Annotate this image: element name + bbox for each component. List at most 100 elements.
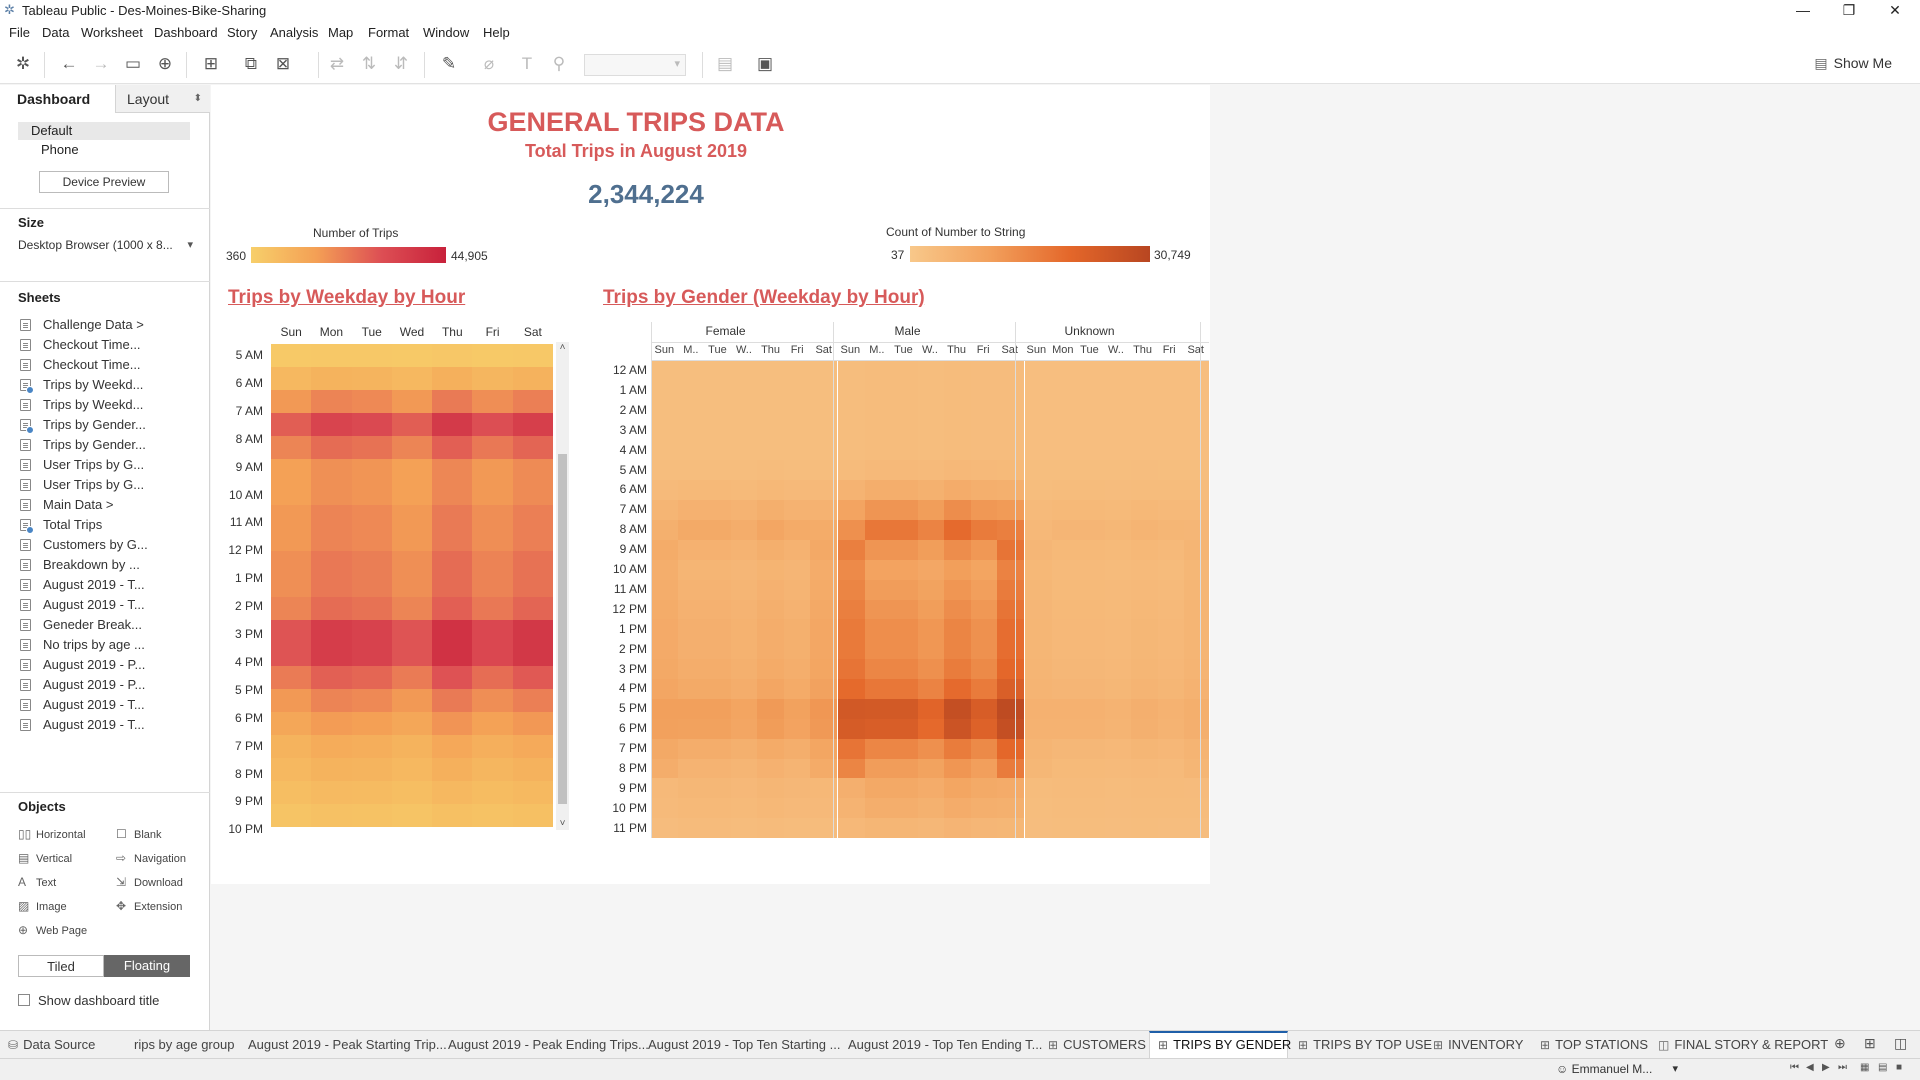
heatmap-cell[interactable] <box>1104 579 1132 600</box>
heatmap-cell[interactable] <box>1184 440 1209 461</box>
heatmap-cell[interactable] <box>472 735 514 759</box>
heatmap-cell[interactable] <box>917 539 945 561</box>
view-cards-icon[interactable]: ▤ <box>714 53 736 75</box>
heatmap-cell[interactable] <box>1051 400 1079 422</box>
heatmap-cell[interactable] <box>1184 619 1209 640</box>
sheet-tab[interactable]: ◫ FINAL STORY & REPORT <box>1650 1031 1830 1059</box>
heatmap-cell[interactable] <box>1078 520 1106 541</box>
heatmap-cell[interactable] <box>917 738 945 759</box>
sheet-tab[interactable]: ⛁ Data Source <box>0 1031 124 1059</box>
heatmap-cell[interactable] <box>970 440 998 461</box>
heatmap-cell[interactable] <box>1184 480 1209 501</box>
heatmap-cell[interactable] <box>311 551 353 575</box>
heatmap-cell[interactable] <box>704 361 732 382</box>
sheet-tab[interactable]: August 2019 - Peak Ending Trips... <box>440 1031 649 1059</box>
sheet-item[interactable]: Trips by Weekd... <box>18 395 208 415</box>
heatmap-cell[interactable] <box>757 798 785 819</box>
presentation-mode-icon[interactable]: ▣ <box>754 53 776 75</box>
show-me-button[interactable]: ▤ Show Me <box>1814 55 1892 72</box>
heatmap-cell[interactable] <box>1025 639 1053 660</box>
heatmap-cell[interactable] <box>970 559 998 581</box>
heatmap-cell[interactable] <box>783 718 811 740</box>
heatmap-cell[interactable] <box>1025 679 1053 700</box>
heatmap-cell[interactable] <box>512 712 553 736</box>
heatmap-cell[interactable] <box>677 400 705 422</box>
size-dropdown[interactable]: Desktop Browser (1000 x 8... <box>18 238 193 252</box>
heatmap-cell[interactable] <box>891 559 919 581</box>
sheet-tab[interactable]: ⊞ TOP STATIONS <box>1532 1031 1648 1059</box>
heatmap-cell[interactable] <box>472 689 514 713</box>
tiled-button[interactable]: Tiled <box>18 955 104 977</box>
swap-icon[interactable]: ⇄ <box>326 53 348 75</box>
heatmap-cell[interactable] <box>351 344 393 368</box>
heatmap-cell[interactable] <box>1051 361 1079 382</box>
heatmap-cell[interactable] <box>651 460 679 481</box>
heatmap-cell[interactable] <box>783 559 811 581</box>
heatmap-cell[interactable] <box>838 520 866 541</box>
heatmap-cell[interactable] <box>1078 380 1106 402</box>
heatmap-cell[interactable] <box>864 400 892 422</box>
heatmap-cell[interactable] <box>891 798 919 819</box>
heatmap-cell[interactable] <box>891 361 919 382</box>
heatmap-cell[interactable] <box>838 361 866 382</box>
heatmap-cell[interactable] <box>651 500 679 521</box>
heatmap-cell[interactable] <box>997 738 1025 759</box>
heatmap-cell[interactable] <box>472 528 514 552</box>
heatmap-cell[interactable] <box>1104 520 1132 541</box>
heatmap-cell[interactable] <box>730 778 758 799</box>
heatmap-cell[interactable] <box>432 712 473 736</box>
heatmap-cell[interactable] <box>472 367 514 391</box>
heatmap-cell[interactable] <box>917 380 945 402</box>
heatmap-cell[interactable] <box>864 420 892 441</box>
heatmap-cell[interactable] <box>1184 520 1209 541</box>
heatmap-cell[interactable] <box>651 798 679 819</box>
heatmap-cell[interactable] <box>917 778 945 799</box>
heatmap-cell[interactable] <box>838 380 866 402</box>
heatmap-cell[interactable] <box>512 597 553 621</box>
heatmap-cell[interactable] <box>704 420 732 441</box>
heatmap-cell[interactable] <box>651 778 679 799</box>
object-extension[interactable]: ✥ Extension <box>116 899 182 913</box>
heatmap-cell[interactable] <box>783 738 811 759</box>
heatmap-cell[interactable] <box>432 574 473 598</box>
new-worksheet-icon[interactable]: ⊕ <box>1834 1035 1846 1052</box>
heatmap-cell[interactable] <box>838 619 866 640</box>
heatmap-cell[interactable] <box>1184 818 1209 838</box>
heatmap-cell[interactable] <box>730 818 758 838</box>
heatmap-cell[interactable] <box>432 781 473 805</box>
heatmap-cell[interactable] <box>1104 619 1132 640</box>
heatmap-cell[interactable] <box>864 361 892 382</box>
heatmap-cell[interactable] <box>271 367 312 391</box>
heatmap-cell[interactable] <box>1025 579 1053 600</box>
heatmap-cell[interactable] <box>1131 619 1159 640</box>
heatmap-cell[interactable] <box>1025 539 1053 561</box>
heatmap-cell[interactable] <box>704 500 732 521</box>
heatmap-cell[interactable] <box>917 639 945 660</box>
heatmap-cell[interactable] <box>917 758 945 779</box>
heatmap-cell[interactable] <box>677 659 705 680</box>
heatmap-cell[interactable] <box>512 620 553 644</box>
heatmap-cell[interactable] <box>838 639 866 660</box>
scroll-down-icon[interactable]: ˅ <box>556 818 569 830</box>
heatmap-cell[interactable] <box>891 480 919 501</box>
heatmap-cell[interactable] <box>1157 659 1185 680</box>
chart2-heatmap[interactable] <box>651 361 1209 838</box>
heatmap-cell[interactable] <box>730 539 758 561</box>
heatmap-cell[interactable] <box>730 440 758 461</box>
show-dashboard-title-checkbox[interactable]: Show dashboard title <box>18 993 159 1008</box>
heatmap-cell[interactable] <box>432 436 473 460</box>
heatmap-cell[interactable] <box>677 480 705 501</box>
heatmap-cell[interactable] <box>1184 679 1209 700</box>
heatmap-cell[interactable] <box>997 520 1025 541</box>
heatmap-cell[interactable] <box>1104 539 1132 561</box>
heatmap-cell[interactable] <box>391 758 433 782</box>
heatmap-cell[interactable] <box>271 735 312 759</box>
user-menu[interactable]: ☺ Emmanuel M... <box>1556 1062 1678 1076</box>
heatmap-cell[interactable] <box>512 436 553 460</box>
heatmap-cell[interactable] <box>1131 738 1159 759</box>
sheet-tab[interactable]: ⊞ TRIPS BY GENDER <box>1149 1031 1291 1059</box>
heatmap-cell[interactable] <box>944 440 972 461</box>
heatmap-cell[interactable] <box>1157 639 1185 660</box>
heatmap-cell[interactable] <box>677 798 705 819</box>
heatmap-cell[interactable] <box>472 459 514 483</box>
